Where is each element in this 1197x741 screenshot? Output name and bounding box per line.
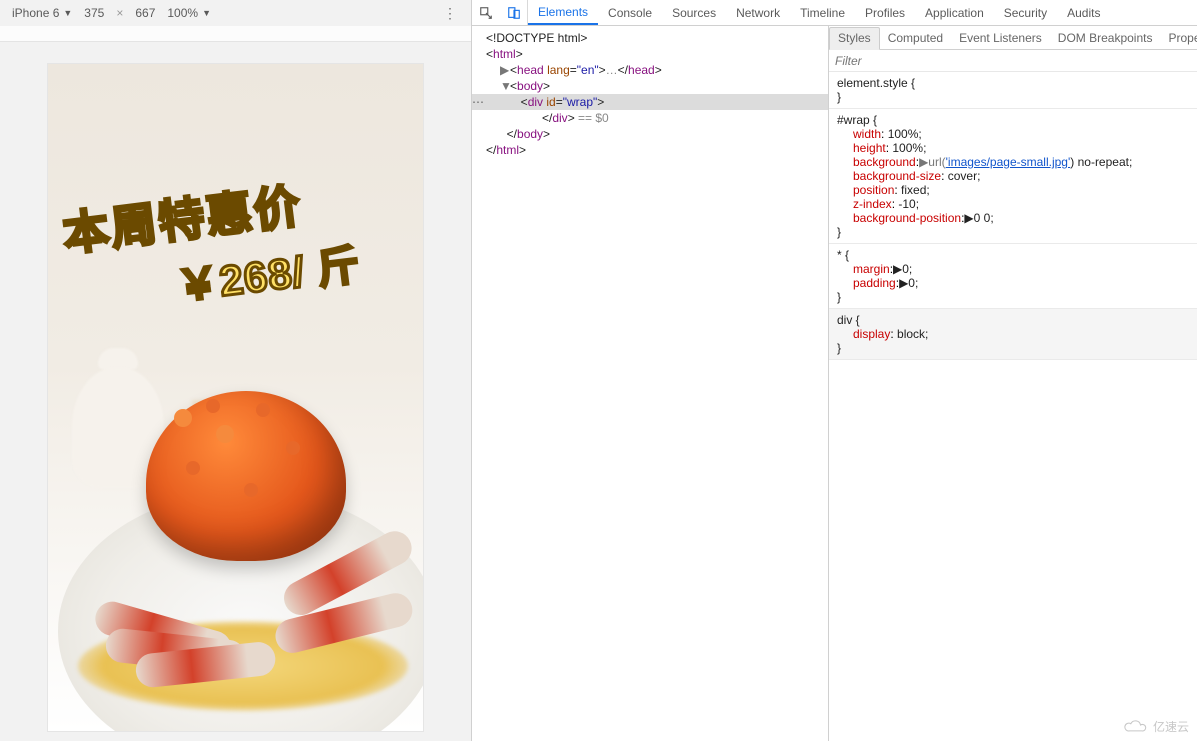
decl-bg-position[interactable]: background-position:▶0 0; <box>837 211 1189 225</box>
styles-tab-styles[interactable]: Styles <box>829 27 880 50</box>
styles-tabs: Styles Computed Event Listeners DOM Brea… <box>829 26 1197 50</box>
styles-panel: Styles Computed Event Listeners DOM Brea… <box>829 26 1197 741</box>
dom-body-open[interactable]: ▼<body> <box>472 78 828 94</box>
watermark: 亿速云 <box>1123 718 1189 735</box>
decl-background[interactable]: background:▶url('images/page-small.jpg')… <box>837 155 1189 169</box>
styles-tab-dom-breakpoints[interactable]: DOM Breakpoints <box>1050 26 1161 49</box>
rule-div[interactable]: div { display: block; } <box>829 309 1197 360</box>
dimension-separator: × <box>110 6 129 20</box>
styles-filter-input[interactable] <box>829 50 1197 71</box>
decl-display[interactable]: display: block; <box>837 327 1189 341</box>
decl-padding[interactable]: padding:▶0; <box>837 276 1189 290</box>
chevron-down-icon: ▼ <box>202 8 211 18</box>
device-selector[interactable]: iPhone 6 ▼ <box>6 6 78 20</box>
rule-element-style[interactable]: element.style { } <box>829 72 1197 109</box>
dom-wrap-close-hint[interactable]: </div> == $0 <box>472 110 828 126</box>
zoom-value: 100% <box>167 6 198 20</box>
device-name: iPhone 6 <box>12 6 59 20</box>
more-options-icon[interactable]: ⋮ <box>435 5 465 22</box>
tab-security[interactable]: Security <box>994 0 1057 25</box>
dom-body-close[interactable]: </body> <box>472 126 828 142</box>
tab-audits[interactable]: Audits <box>1057 0 1110 25</box>
devtools-tabs: Elements Console Sources Network Timelin… <box>528 0 1110 25</box>
decl-z-index[interactable]: z-index: -10; <box>837 197 1189 211</box>
viewport-height[interactable]: 667 <box>129 6 161 20</box>
device-toolbar: iPhone 6 ▼ 375 × 667 100% ▼ ⋮ <box>0 0 471 26</box>
decl-margin[interactable]: margin:▶0; <box>837 262 1189 276</box>
ruler <box>0 26 471 42</box>
cloud-icon <box>1123 719 1149 735</box>
crab-graphic <box>106 371 386 671</box>
decl-bg-size[interactable]: background-size: cover; <box>837 169 1189 183</box>
tab-console[interactable]: Console <box>598 0 662 25</box>
phone-viewport[interactable]: 本周特惠价 ￥268/ 斤 <box>48 64 423 731</box>
dom-wrap-selected[interactable]: <div id="wrap"> <box>472 94 828 110</box>
devtools-toolbar: Elements Console Sources Network Timelin… <box>472 0 1197 26</box>
dom-head[interactable]: ▶<head lang="en">…</head> <box>472 62 828 78</box>
decl-height[interactable]: height: 100%; <box>837 141 1189 155</box>
dom-doctype[interactable]: <!DOCTYPE html> <box>472 30 828 46</box>
device-stage: 本周特惠价 ￥268/ 斤 <box>0 42 471 741</box>
tab-application[interactable]: Application <box>915 0 994 25</box>
inspect-icon[interactable] <box>472 0 500 25</box>
tab-profiles[interactable]: Profiles <box>855 0 915 25</box>
tab-sources[interactable]: Sources <box>662 0 726 25</box>
device-preview-pane: iPhone 6 ▼ 375 × 667 100% ▼ ⋮ 本周特惠价 ￥268… <box>0 0 472 741</box>
devtools-body: <!DOCTYPE html> <html> ▶<head lang="en">… <box>472 26 1197 741</box>
watermark-text: 亿速云 <box>1153 718 1189 735</box>
styles-tab-properties[interactable]: Properties <box>1160 26 1197 49</box>
viewport-width[interactable]: 375 <box>78 6 110 20</box>
dom-html-open[interactable]: <html> <box>472 46 828 62</box>
css-rules[interactable]: element.style { } #wrap { width: 100%; h… <box>829 72 1197 741</box>
dom-html-close[interactable]: </html> <box>472 142 828 158</box>
styles-tab-computed[interactable]: Computed <box>880 26 951 49</box>
tab-elements[interactable]: Elements <box>528 0 598 25</box>
zoom-selector[interactable]: 100% ▼ <box>161 6 217 20</box>
decl-width[interactable]: width: 100%; <box>837 127 1189 141</box>
chevron-down-icon: ▼ <box>63 8 72 18</box>
decl-position[interactable]: position: fixed; <box>837 183 1189 197</box>
styles-filter[interactable] <box>829 50 1197 72</box>
devtools-pane: Elements Console Sources Network Timelin… <box>472 0 1197 741</box>
styles-tab-event-listeners[interactable]: Event Listeners <box>951 26 1050 49</box>
device-mode-icon[interactable] <box>500 0 528 25</box>
tab-timeline[interactable]: Timeline <box>790 0 855 25</box>
rule-wrap[interactable]: #wrap { width: 100%; height: 100%; backg… <box>829 109 1197 244</box>
rule-star[interactable]: * { margin:▶0; padding:▶0; } <box>829 244 1197 309</box>
elements-tree[interactable]: <!DOCTYPE html> <html> ▶<head lang="en">… <box>472 26 829 741</box>
tab-network[interactable]: Network <box>726 0 790 25</box>
